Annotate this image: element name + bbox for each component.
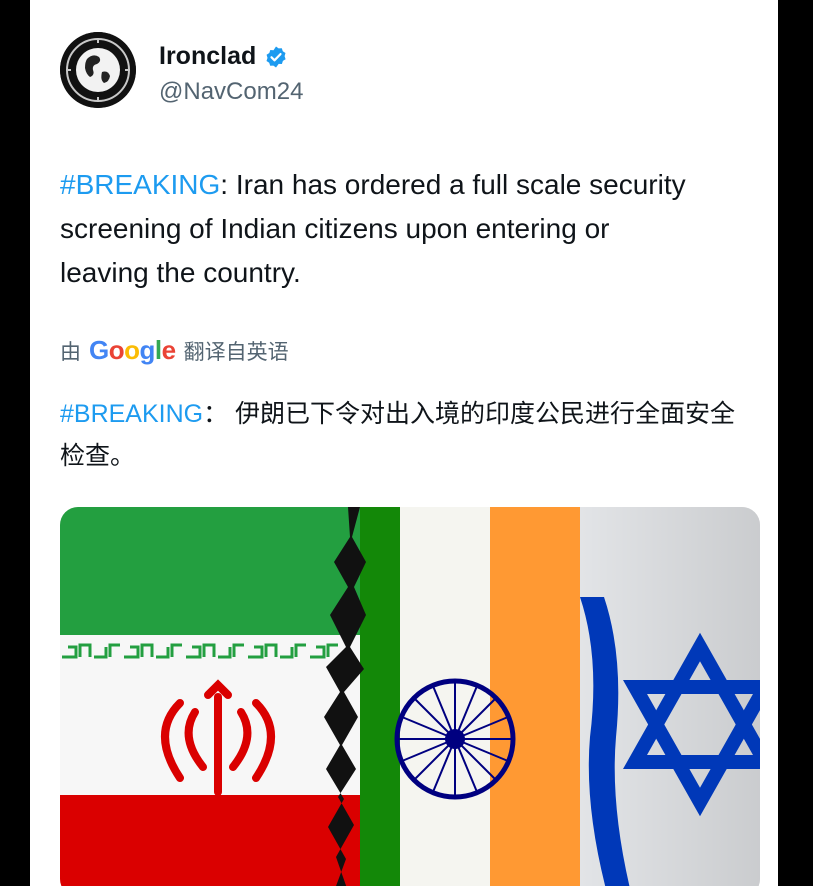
author-handle[interactable]: @NavCom24 [159, 78, 303, 106]
translation-prefix: 由 [60, 340, 81, 364]
israel-flag [580, 507, 760, 886]
translation-suffix: 翻译自英语 [183, 340, 289, 364]
avatar[interactable] [60, 32, 136, 108]
verified-badge-icon [266, 46, 286, 67]
google-logo: Google [89, 335, 176, 365]
author-name[interactable]: Ironclad [159, 42, 256, 71]
tweet-text: #BREAKING: Iran has ordered a full scale… [60, 163, 700, 295]
translated-text: #BREAKING： 伊朗已下令对出入境的印度公民进行全面安全检查。 [60, 393, 750, 477]
translated-hashtag-link[interactable]: #BREAKING [60, 400, 203, 428]
india-flag [360, 507, 580, 886]
author-row: Ironclad [159, 42, 288, 71]
iran-flag [60, 507, 370, 886]
tweet-card[interactable]: Ironclad @NavCom24 #BREAKING: Iran has o… [30, 0, 778, 886]
tweet-image[interactable] [60, 507, 760, 886]
flags-image [60, 507, 760, 886]
hashtag-link[interactable]: #BREAKING [60, 169, 220, 200]
translation-attribution[interactable]: 由 Google 翻译自英语 [60, 335, 289, 366]
globe-emblem-icon [60, 32, 136, 108]
